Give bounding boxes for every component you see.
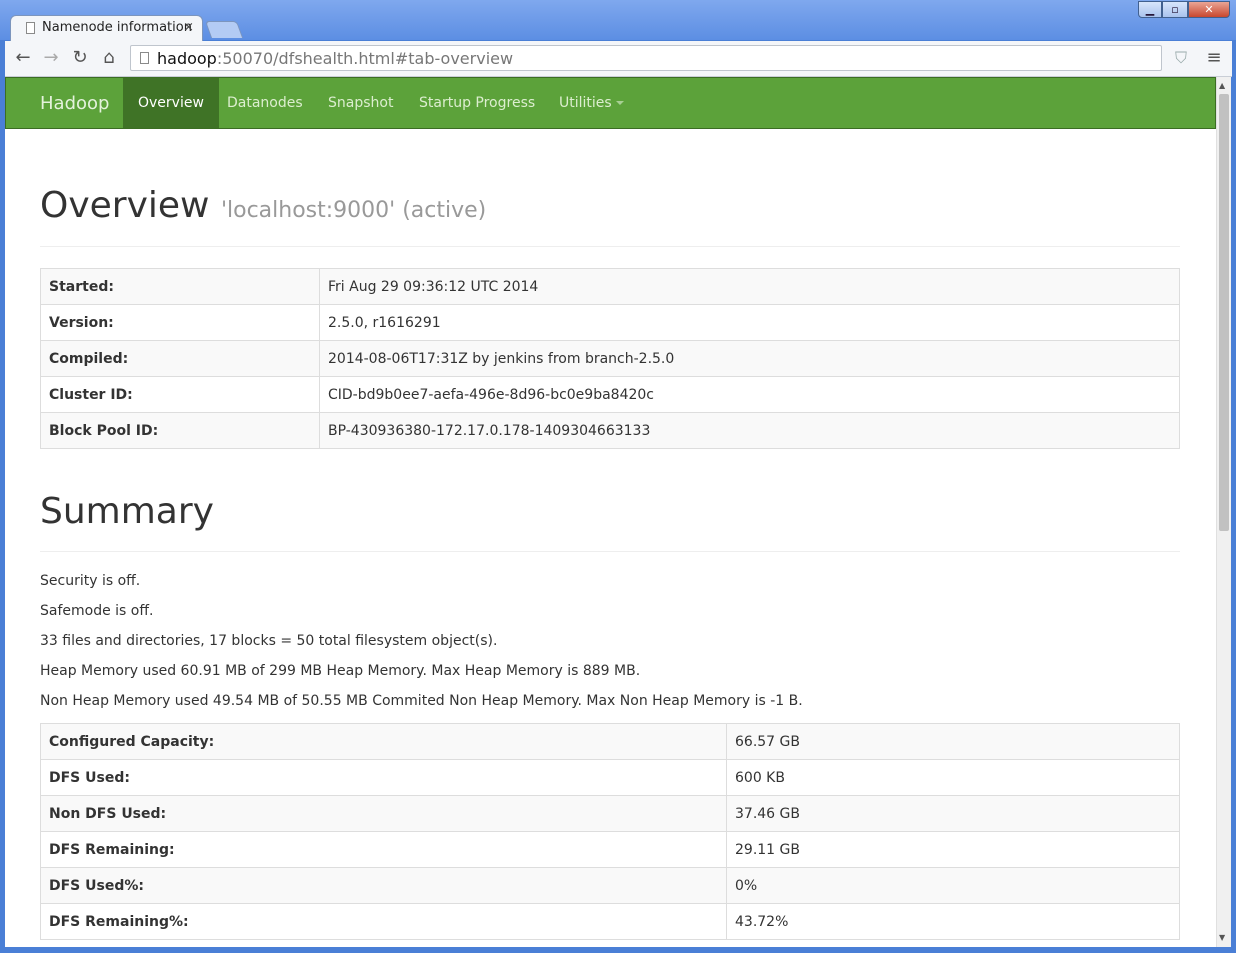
non-heap-memory: Non Heap Memory used 49.54 MB of 50.55 M…	[40, 693, 803, 709]
nav-startup-progress[interactable]: Startup Progress	[404, 78, 550, 128]
divider	[40, 246, 1180, 247]
overview-subtitle: 'localhost:9000' (active)	[220, 198, 487, 223]
reload-icon[interactable]: ↻	[68, 47, 92, 69]
row-value: 66.57 GB	[726, 723, 1180, 760]
row-value: CID-bd9b0ee7-aefa-496e-8d96-bc0e9ba8420c	[319, 376, 1180, 413]
overview-heading: Overview 'localhost:9000' (active)	[40, 185, 486, 226]
url-text: hadoop:50070/dfshealth.html#tab-overview	[157, 49, 513, 68]
scroll-up-arrow-icon[interactable]: ▲	[1219, 81, 1225, 90]
row-key: Cluster ID:	[40, 376, 320, 413]
page-viewport: Hadoop Overview Datanodes Snapshot Start…	[5, 77, 1216, 947]
security-status: Security is off.	[40, 573, 141, 589]
table-row: Cluster ID: CID-bd9b0ee7-aefa-496e-8d96-b…	[40, 376, 1180, 413]
table-row: Non DFS Used: 37.46 GB	[40, 795, 1180, 832]
scroll-thumb[interactable]	[1219, 94, 1229, 531]
nav-utilities-label: Utilities	[559, 95, 612, 111]
back-arrow-icon[interactable]: ←	[11, 47, 35, 69]
browser-tab[interactable]: Namenode information ×	[10, 15, 203, 41]
row-value: BP-430936380-172.17.0.178-1409304663133	[319, 412, 1180, 449]
overview-table: Started: Fri Aug 29 09:36:12 UTC 2014 Ver…	[40, 268, 1180, 449]
table-row: DFS Remaining: 29.11 GB	[40, 831, 1180, 868]
table-row: Started: Fri Aug 29 09:36:12 UTC 2014	[40, 268, 1180, 305]
table-row: DFS Used%: 0%	[40, 867, 1180, 904]
maximize-button[interactable]: ▫	[1162, 1, 1188, 18]
new-tab-button[interactable]	[204, 21, 244, 38]
page-icon	[140, 52, 149, 64]
tab-close-icon[interactable]: ×	[183, 20, 194, 35]
row-value: 0%	[726, 867, 1180, 904]
row-value: 29.11 GB	[726, 831, 1180, 868]
nav-overview[interactable]: Overview	[123, 78, 219, 128]
row-key: DFS Used%:	[40, 867, 727, 904]
row-key: Version:	[40, 304, 320, 341]
scroll-down-arrow-icon[interactable]: ▼	[1219, 933, 1225, 942]
nav-datanodes[interactable]: Datanodes	[212, 78, 318, 128]
row-key: Block Pool ID:	[40, 412, 320, 449]
forward-arrow-icon[interactable]: →	[39, 47, 63, 69]
close-window-button[interactable]: ✕	[1188, 1, 1230, 18]
row-key: Configured Capacity:	[40, 723, 727, 760]
browser-toolbar: ← → ↻ ⌂ hadoop:50070/dfshealth.html#tab-…	[5, 41, 1232, 77]
home-icon[interactable]: ⌂	[97, 47, 121, 69]
title-bar: Namenode information × ▁ ▫ ✕	[0, 0, 1236, 41]
row-value: 600 KB	[726, 759, 1180, 796]
row-key: DFS Used:	[40, 759, 727, 796]
page-icon	[26, 22, 35, 34]
row-value: 2014-08-06T17:31Z by jenkins from branch…	[319, 340, 1180, 377]
hadoop-navbar: Hadoop Overview Datanodes Snapshot Start…	[5, 77, 1216, 129]
row-value: 37.46 GB	[726, 795, 1180, 832]
vertical-scrollbar[interactable]: ▲ ▼	[1216, 77, 1231, 947]
row-value: 2.5.0, r1616291	[319, 304, 1180, 341]
safemode-status: Safemode is off.	[40, 603, 154, 619]
shield-extension-icon[interactable]: ⛉	[1175, 49, 1191, 67]
summary-table: Configured Capacity: 66.57 GB DFS Used: 60…	[40, 723, 1180, 940]
row-value: 43.72%	[726, 903, 1180, 940]
table-row: Version: 2.5.0, r1616291	[40, 304, 1180, 341]
menu-icon[interactable]: ≡	[1205, 48, 1223, 68]
row-key: Compiled:	[40, 340, 320, 377]
nav-utilities[interactable]: Utilities	[544, 78, 639, 128]
table-row: Compiled: 2014-08-06T17:31Z by jenkins fr…	[40, 340, 1180, 377]
url-path: :50070/dfshealth.html#tab-overview	[216, 49, 514, 68]
table-row: Block Pool ID: BP-430936380-172.17.0.178-…	[40, 412, 1180, 449]
divider	[40, 551, 1180, 552]
summary-heading: Summary	[40, 491, 214, 532]
row-value: Fri Aug 29 09:36:12 UTC 2014	[319, 268, 1180, 305]
filesystem-objects: 33 files and directories, 17 blocks = 50…	[40, 633, 498, 649]
minimize-button[interactable]: ▁	[1138, 1, 1162, 18]
table-row: DFS Used: 600 KB	[40, 759, 1180, 796]
table-row: DFS Remaining%: 43.72%	[40, 903, 1180, 940]
row-key: DFS Remaining:	[40, 831, 727, 868]
overview-title: Overview	[40, 185, 210, 226]
row-key: Started:	[40, 268, 320, 305]
nav-snapshot[interactable]: Snapshot	[313, 78, 408, 128]
row-key: Non DFS Used:	[40, 795, 727, 832]
heap-memory: Heap Memory used 60.91 MB of 299 MB Heap…	[40, 663, 641, 679]
url-host: hadoop	[157, 49, 217, 68]
table-row: Configured Capacity: 66.57 GB	[40, 723, 1180, 760]
brand-link[interactable]: Hadoop	[40, 93, 109, 114]
address-bar[interactable]: hadoop:50070/dfshealth.html#tab-overview	[130, 45, 1162, 71]
tab-title: Namenode information	[42, 20, 192, 35]
browser-window: Namenode information × ▁ ▫ ✕ ← → ↻ ⌂ had…	[0, 0, 1236, 953]
row-key: DFS Remaining%:	[40, 903, 727, 940]
chevron-down-icon	[615, 101, 624, 105]
